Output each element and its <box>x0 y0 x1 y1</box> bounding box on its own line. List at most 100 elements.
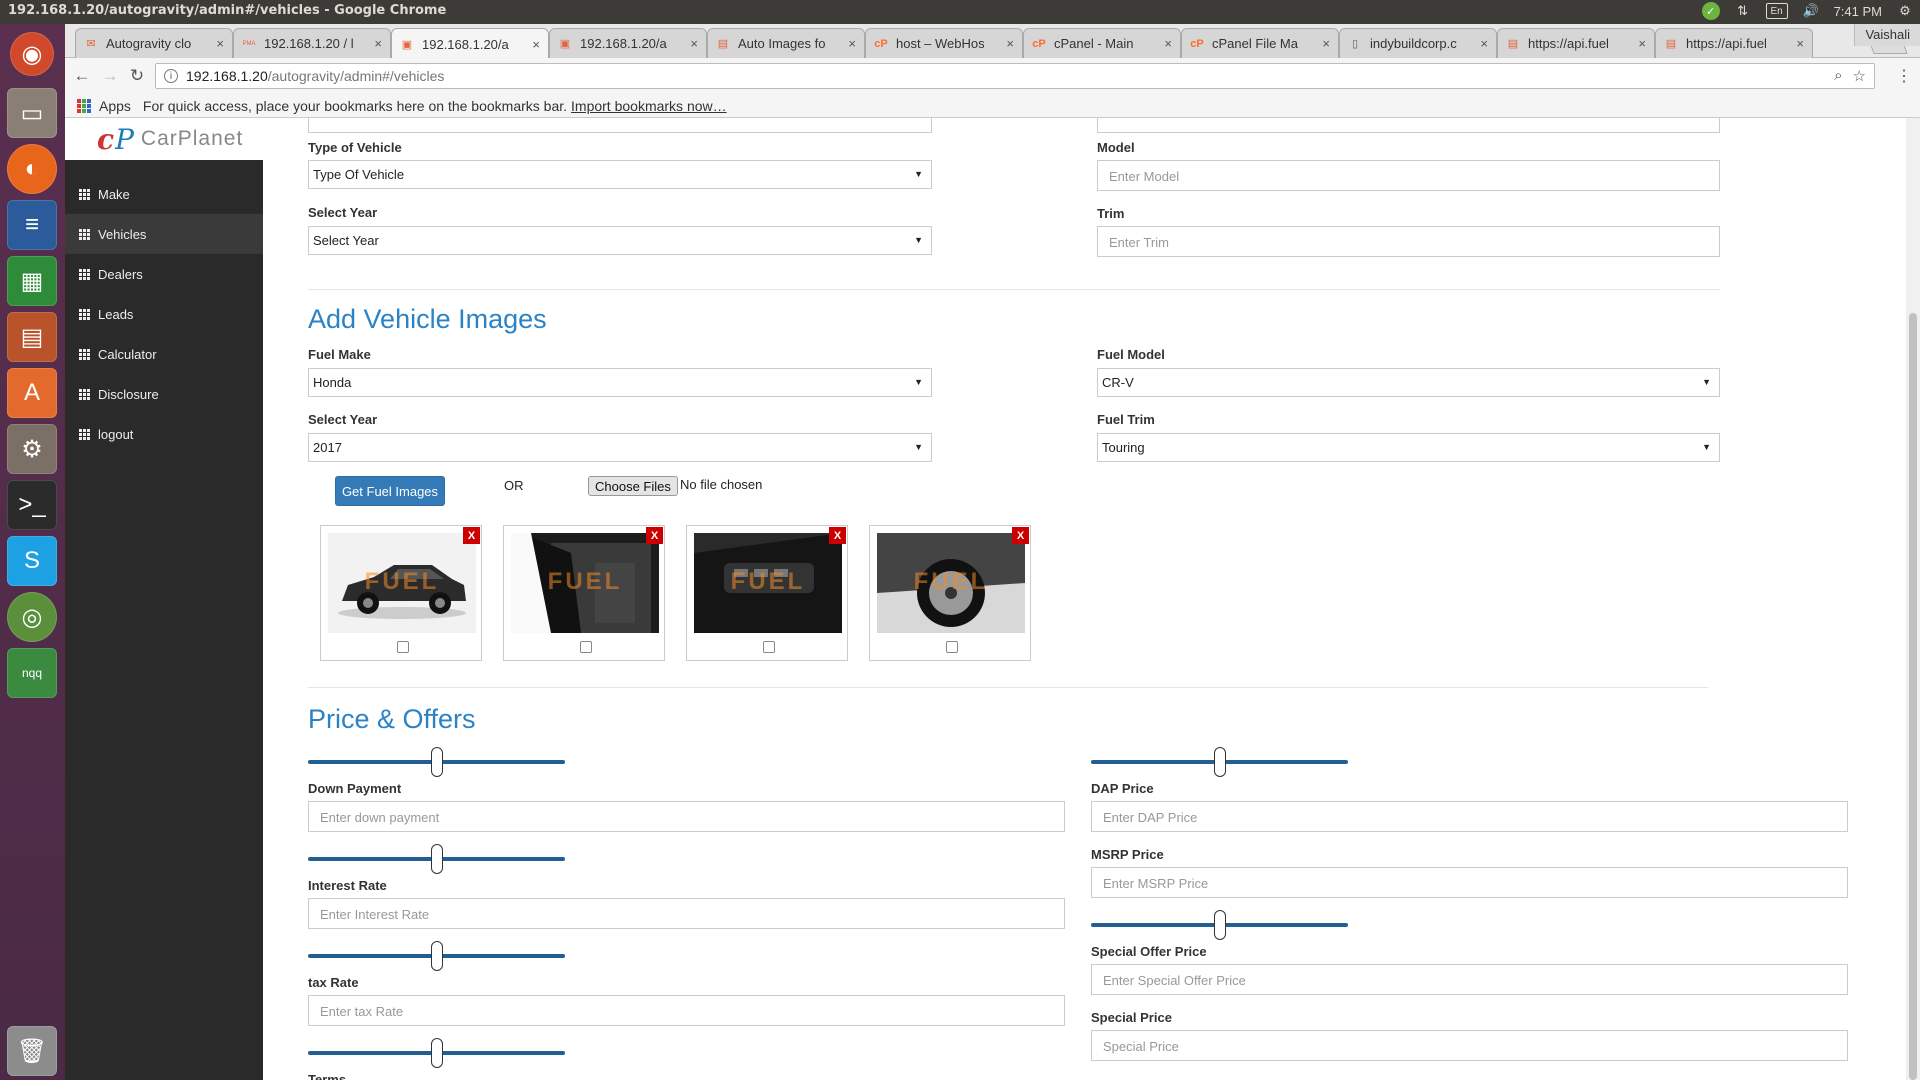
tax-rate-input[interactable]: Enter tax Rate <box>308 995 1065 1026</box>
browser-tab[interactable]: ▤ Auto Images fo × <box>707 28 865 58</box>
firefox-icon[interactable]: ◐ <box>7 144 57 194</box>
zoom-icon[interactable]: ⌕ <box>1834 67 1842 85</box>
slider-handle[interactable] <box>1213 747 1226 777</box>
close-tab-icon[interactable]: × <box>532 37 540 52</box>
choose-files-button[interactable]: Choose Files <box>588 476 678 496</box>
fuel-trim-select[interactable]: Touring ▼ <box>1097 433 1720 462</box>
sidebar-item-vehicles[interactable]: Vehicles <box>65 214 263 254</box>
select-image-checkbox[interactable] <box>763 641 775 653</box>
special-offer-input[interactable]: Enter Special Offer Price <box>1091 964 1848 995</box>
select-image-checkbox[interactable] <box>946 641 958 653</box>
browser-tab[interactable]: ▤ https://api.fuel × <box>1497 28 1655 58</box>
down-payment-slider[interactable] <box>308 747 565 777</box>
skype-icon[interactable]: S <box>7 536 57 586</box>
browser-tab[interactable]: ▣ 192.168.1.20/a × <box>549 28 707 58</box>
browser-tab[interactable]: ▤ https://api.fuel × <box>1655 28 1813 58</box>
network-icon[interactable]: ⇅ <box>1734 2 1752 20</box>
clock[interactable]: 7:41 PM <box>1834 4 1882 19</box>
slider-handle[interactable] <box>430 941 443 971</box>
sidebar-item-logout[interactable]: logout <box>65 414 263 454</box>
sidebar-item-disclosure[interactable]: Disclosure <box>65 374 263 414</box>
close-tab-icon[interactable]: × <box>1796 36 1804 51</box>
year-select[interactable]: Select Year ▼ <box>308 226 932 255</box>
delete-image-button[interactable]: X <box>646 527 663 544</box>
close-tab-icon[interactable]: × <box>1480 36 1488 51</box>
dap-price-slider[interactable] <box>1091 747 1348 777</box>
address-bar[interactable]: i 192.168.1.20/autogravity/admin#/vehicl… <box>155 63 1875 89</box>
trim-input[interactable]: Enter Trim <box>1097 226 1720 257</box>
interest-rate-input[interactable]: Enter Interest Rate <box>308 898 1065 929</box>
delete-image-button[interactable]: X <box>463 527 480 544</box>
browser-tab[interactable]: PMA 192.168.1.20 / l × <box>233 28 391 58</box>
chrome-profile-button[interactable]: Vaishali <box>1854 24 1920 46</box>
keyboard-layout-indicator[interactable]: En <box>1765 3 1788 19</box>
tax-rate-slider[interactable] <box>308 941 565 971</box>
slider-handle[interactable] <box>430 747 443 777</box>
trash-icon[interactable]: 🗑 <box>7 1026 57 1076</box>
terms-slider[interactable] <box>308 1038 565 1068</box>
back-arrow-icon[interactable]: ← <box>71 65 93 87</box>
terminal-icon[interactable]: >_ <box>7 480 57 530</box>
get-fuel-images-button[interactable]: Get Fuel Images <box>335 476 445 506</box>
nqq-icon[interactable]: nqq <box>7 648 57 698</box>
files-icon[interactable]: ▭ <box>7 88 57 138</box>
apps-link[interactable]: Apps <box>99 98 131 114</box>
ubuntu-icon[interactable]: ◉ <box>10 32 54 76</box>
close-tab-icon[interactable]: × <box>1638 36 1646 51</box>
select-image-checkbox[interactable] <box>580 641 592 653</box>
import-bookmarks-link[interactable]: Import bookmarks now… <box>571 98 727 114</box>
chrome-icon[interactable]: ◎ <box>7 592 57 642</box>
power-gear-icon[interactable]: ⚙ <box>1896 2 1914 20</box>
interest-rate-slider[interactable] <box>308 844 565 874</box>
browser-tab[interactable]: ✉ Autogravity clo × <box>75 28 233 58</box>
close-tab-icon[interactable]: × <box>1322 36 1330 51</box>
close-tab-icon[interactable]: × <box>690 36 698 51</box>
slider-handle[interactable] <box>430 844 443 874</box>
browser-tab[interactable]: cP cPanel File Ma × <box>1181 28 1339 58</box>
info-icon[interactable]: i <box>164 69 178 83</box>
volume-icon[interactable]: 🔊 <box>1802 2 1820 20</box>
writer-icon[interactable]: ≡ <box>7 200 57 250</box>
special-offer-slider[interactable] <box>1091 910 1348 940</box>
delete-image-button[interactable]: X <box>1012 527 1029 544</box>
down-payment-input[interactable]: Enter down payment <box>308 801 1065 832</box>
close-tab-icon[interactable]: × <box>848 36 856 51</box>
special-price-input[interactable]: Special Price <box>1091 1030 1848 1061</box>
reload-icon[interactable]: ↻ <box>126 65 148 87</box>
slider-handle[interactable] <box>430 1038 443 1068</box>
delete-image-button[interactable]: X <box>829 527 846 544</box>
forward-arrow-icon[interactable]: → <box>99 65 121 87</box>
calc-icon[interactable]: ▦ <box>7 256 57 306</box>
type-of-vehicle-select[interactable]: Type Of Vehicle ▼ <box>308 160 932 189</box>
update-ok-icon[interactable]: ✓ <box>1701 2 1720 20</box>
browser-tab[interactable]: ▯ indybuildcorp.c × <box>1339 28 1497 58</box>
close-tab-icon[interactable]: × <box>1006 36 1014 51</box>
make-select[interactable] <box>1097 118 1720 133</box>
chrome-menu-icon[interactable]: ⋮ <box>1896 66 1912 86</box>
close-tab-icon[interactable]: × <box>216 36 224 51</box>
sidebar-item-dealers[interactable]: Dealers <box>65 254 263 294</box>
software-center-icon[interactable]: A <box>7 368 57 418</box>
fuel-model-select[interactable]: CR-V ▼ <box>1097 368 1720 397</box>
browser-tab[interactable]: cP cPanel - Main × <box>1023 28 1181 58</box>
dap-price-input[interactable]: Enter DAP Price <box>1091 801 1848 832</box>
sidebar-item-calculator[interactable]: Calculator <box>65 334 263 374</box>
sidebar-item-leads[interactable]: Leads <box>65 294 263 334</box>
scrollbar-thumb[interactable] <box>1909 313 1917 1080</box>
close-tab-icon[interactable]: × <box>1164 36 1172 51</box>
model-input[interactable]: Enter Model <box>1097 160 1720 191</box>
browser-tab[interactable]: ▣ 192.168.1.20/a × <box>391 28 549 59</box>
apps-grid-icon[interactable] <box>77 98 91 113</box>
fuel-year-select[interactable]: 2017 ▼ <box>308 433 932 462</box>
sidebar-item-make[interactable]: Make <box>65 174 263 214</box>
close-tab-icon[interactable]: × <box>374 36 382 51</box>
slider-handle[interactable] <box>1213 910 1226 940</box>
fuel-make-select[interactable]: Honda ▼ <box>308 368 932 397</box>
impress-icon[interactable]: ▤ <box>7 312 57 362</box>
browser-tab[interactable]: cP host – WebHos × <box>865 28 1023 58</box>
select-image-checkbox[interactable] <box>397 641 409 653</box>
msrp-price-input[interactable]: Enter MSRP Price <box>1091 867 1848 898</box>
bookmark-star-icon[interactable]: ☆ <box>1853 67 1866 85</box>
settings-icon[interactable]: ⚙ <box>7 424 57 474</box>
country-select[interactable] <box>308 118 932 133</box>
